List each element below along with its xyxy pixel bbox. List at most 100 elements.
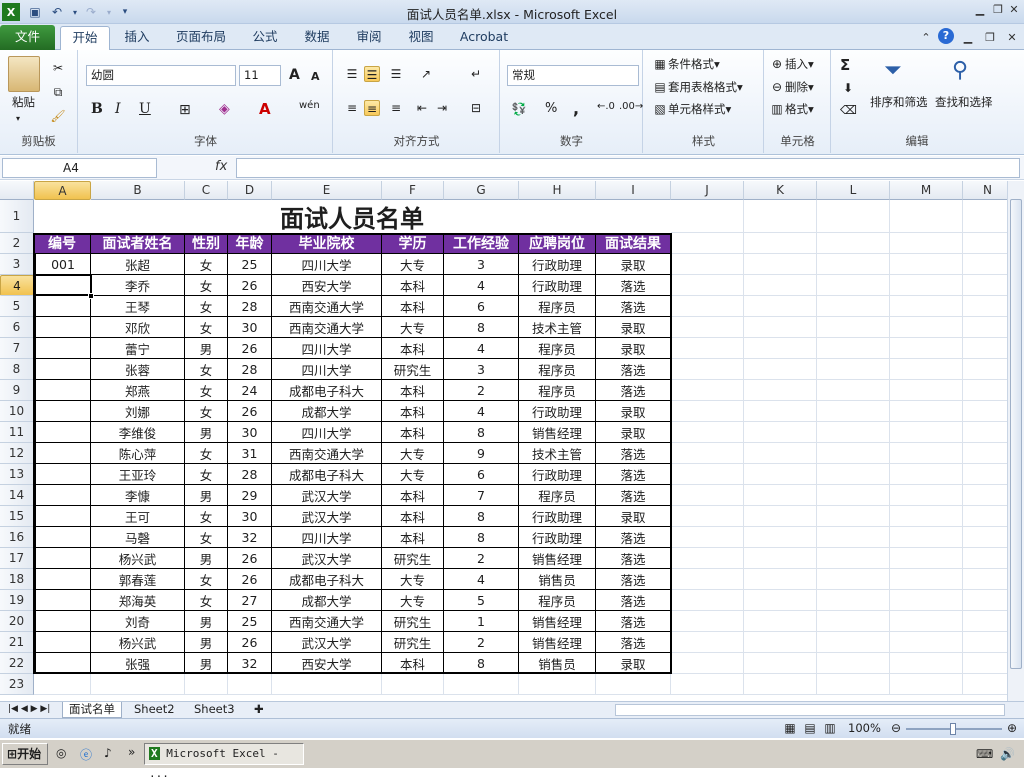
cell[interactable] [963, 317, 1007, 338]
cell[interactable] [744, 317, 817, 338]
data-cell[interactable]: 29 [228, 485, 272, 506]
cell[interactable] [890, 611, 963, 632]
cell[interactable] [817, 548, 890, 569]
row-header-2[interactable]: 2 [0, 233, 34, 254]
page-break-view-icon[interactable]: ▥ [822, 720, 838, 736]
data-cell[interactable]: 001 [34, 254, 91, 275]
cell[interactable] [671, 338, 744, 359]
data-cell[interactable]: 4 [444, 338, 519, 359]
taskbar-excel-item[interactable]: X Microsoft Excel - ... [144, 743, 304, 780]
data-cell[interactable]: 女 [185, 275, 228, 296]
column-header-c[interactable]: C [185, 181, 228, 200]
shrink-font-button[interactable]: A [311, 70, 320, 83]
cell[interactable] [817, 443, 890, 464]
cell[interactable] [671, 422, 744, 443]
cell[interactable] [744, 527, 817, 548]
align-top-icon[interactable]: ☰ [344, 66, 360, 82]
minimize-button[interactable]: ▁ [972, 2, 988, 18]
data-cell[interactable]: 女 [185, 590, 228, 611]
data-cell[interactable]: 落选 [596, 296, 671, 317]
data-cell[interactable]: 录取 [596, 506, 671, 527]
data-cell[interactable]: 大专 [382, 443, 444, 464]
data-cell[interactable]: 男 [185, 485, 228, 506]
cell[interactable] [91, 674, 185, 695]
cell[interactable] [671, 611, 744, 632]
start-button[interactable]: ⊞开始 [2, 743, 48, 765]
data-cell[interactable]: 31 [228, 443, 272, 464]
more-icon[interactable]: » [128, 745, 135, 759]
data-cell[interactable]: 销售经理 [519, 632, 596, 653]
cell[interactable] [890, 653, 963, 674]
column-header-h[interactable]: H [519, 181, 596, 200]
cell[interactable] [890, 338, 963, 359]
data-cell[interactable]: 26 [228, 569, 272, 590]
zoom-in-icon[interactable]: ⊕ [1004, 720, 1020, 736]
data-cell[interactable]: 张超 [91, 254, 185, 275]
cell[interactable] [185, 674, 228, 695]
data-cell[interactable]: 2 [444, 548, 519, 569]
cell[interactable] [671, 380, 744, 401]
increase-indent-icon[interactable]: ⇥ [434, 100, 450, 116]
insert-function-button[interactable]: fx [215, 159, 227, 174]
data-cell[interactable]: 郑海英 [91, 590, 185, 611]
data-cell[interactable]: 刘娜 [91, 401, 185, 422]
cell[interactable] [890, 674, 963, 695]
cell[interactable] [744, 590, 817, 611]
row-header-11[interactable]: 11 [0, 422, 34, 443]
data-cell[interactable]: 女 [185, 527, 228, 548]
data-cell[interactable]: 录取 [596, 422, 671, 443]
cell[interactable] [890, 359, 963, 380]
data-cell[interactable]: 落选 [596, 464, 671, 485]
data-cell[interactable]: 9 [444, 443, 519, 464]
cell[interactable] [817, 590, 890, 611]
new-sheet-icon[interactable]: ✚ [248, 702, 270, 718]
cell[interactable] [744, 548, 817, 569]
workbook-minimize-button[interactable]: ▁ [960, 30, 976, 46]
tab-home[interactable]: 开始 [60, 26, 110, 50]
data-cell[interactable]: 女 [185, 317, 228, 338]
cell[interactable] [671, 632, 744, 653]
cell[interactable] [963, 548, 1007, 569]
vertical-scrollbar-thumb[interactable] [1010, 199, 1022, 669]
row-header-22[interactable]: 22 [0, 653, 34, 674]
row-header-8[interactable]: 8 [0, 359, 34, 380]
cell[interactable] [963, 254, 1007, 275]
header-cell[interactable]: 年龄 [228, 233, 272, 254]
cell[interactable] [519, 674, 596, 695]
row-header-5[interactable]: 5 [0, 296, 34, 317]
data-cell[interactable]: 郑燕 [91, 380, 185, 401]
data-cell[interactable]: 26 [228, 401, 272, 422]
data-cell[interactable]: 四川大学 [272, 527, 382, 548]
data-cell[interactable]: 28 [228, 464, 272, 485]
cell[interactable] [817, 359, 890, 380]
data-cell[interactable]: 男 [185, 338, 228, 359]
cell[interactable] [671, 569, 744, 590]
data-cell[interactable]: 女 [185, 296, 228, 317]
data-cell[interactable]: 录取 [596, 653, 671, 674]
data-cell[interactable]: 女 [185, 506, 228, 527]
find-select-icon[interactable]: ⚲ [952, 58, 968, 83]
row-header-23[interactable]: 23 [0, 674, 34, 695]
data-cell[interactable]: 大专 [382, 464, 444, 485]
data-cell[interactable]: 成都电子科大 [272, 569, 382, 590]
cell[interactable] [671, 275, 744, 296]
data-cell[interactable]: 销售经理 [519, 422, 596, 443]
cell[interactable] [817, 275, 890, 296]
data-cell[interactable]: 大专 [382, 254, 444, 275]
decrease-decimal-icon[interactable]: .00→ [619, 101, 643, 112]
cell[interactable] [890, 254, 963, 275]
sheet-tab-3[interactable]: Sheet3 [188, 702, 241, 718]
workbook-restore-button[interactable]: ❐ [982, 30, 998, 46]
data-cell[interactable]: 落选 [596, 275, 671, 296]
media-icon[interactable]: ♪ [104, 746, 112, 760]
row-header-7[interactable]: 7 [0, 338, 34, 359]
cell[interactable] [963, 506, 1007, 527]
cell[interactable] [744, 200, 817, 233]
data-cell[interactable]: 8 [444, 527, 519, 548]
select-all-corner[interactable] [0, 181, 34, 200]
cell[interactable] [671, 653, 744, 674]
data-cell[interactable]: 西南交通大学 [272, 443, 382, 464]
data-cell[interactable]: 落选 [596, 485, 671, 506]
cell[interactable] [744, 464, 817, 485]
data-cell[interactable]: 销售经理 [519, 611, 596, 632]
